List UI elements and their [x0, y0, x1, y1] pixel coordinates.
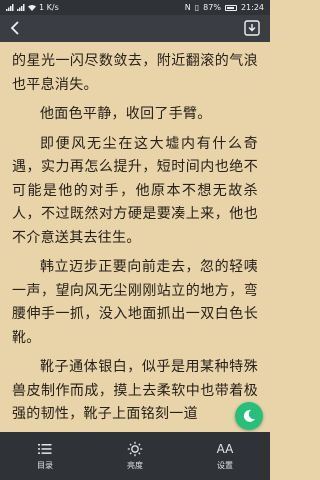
moon-icon: [243, 409, 255, 422]
reader-top-bar: [0, 15, 270, 42]
bottom-nav: 目录 亮度 AA 设置: [0, 432, 270, 480]
paragraph: 的星光一闪尽数敛去，附近翻滚的气浪也平息消失。: [12, 53, 258, 93]
paragraph: 即便风无尘在这大墟内有什么奇遇，实力再怎么提升，短时间内也绝不可能是他的对手，他…: [12, 135, 258, 246]
battery-percent: 87%: [203, 3, 221, 12]
status-left: 1 K/s: [6, 3, 59, 12]
toc-tab[interactable]: 目录: [15, 441, 75, 471]
net-speed: 1 K/s: [39, 3, 59, 12]
font-size-icon: AA: [216, 442, 234, 456]
brightness-tab[interactable]: 亮度: [105, 441, 165, 471]
night-mode-button[interactable]: [235, 402, 263, 430]
status-bar: 1 K/s N ▯ 87% 21:24: [0, 0, 270, 15]
settings-tab[interactable]: AA 设置: [195, 441, 255, 471]
paragraph: 靴子通体银白，似乎是用某种特殊兽皮制作而成，摸上去柔软中也带着极强的韧性，靴子上…: [12, 359, 258, 422]
reader-content: 的星光一闪尽数敛去，附近翻滚的气浪也平息消失。 他面色平静，收回了手臂。 即便风…: [0, 42, 270, 432]
clock: 21:24: [240, 3, 264, 12]
back-icon[interactable]: [6, 18, 26, 38]
brightness-label: 亮度: [127, 461, 143, 470]
signal-icon-2: [17, 4, 25, 11]
paragraph: 韩立迈步正要向前走去，忽的轻咦一声，望向风无尘刚刚站立的地方，弯腰伸手一抓，没入…: [12, 259, 258, 346]
paragraph: 他面色平静，收回了手臂。: [40, 106, 212, 122]
sun-icon: [127, 441, 143, 457]
nfc-icon: N: [184, 3, 191, 12]
vibrate-icon: ▯: [194, 3, 200, 12]
settings-label: 设置: [217, 461, 233, 470]
wifi-icon: [28, 5, 36, 11]
status-right: N ▯ 87% 21:24: [185, 3, 264, 12]
toc-label: 目录: [37, 461, 53, 470]
battery-icon: [224, 4, 237, 11]
signal-icon: [6, 4, 14, 11]
download-icon[interactable]: [242, 18, 262, 38]
list-icon: [38, 444, 52, 454]
